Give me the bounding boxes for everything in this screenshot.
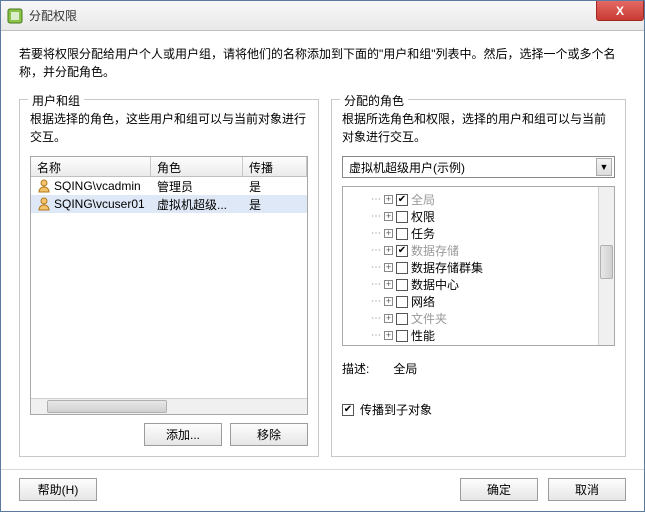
checkbox[interactable]: [396, 211, 408, 223]
remove-button[interactable]: 移除: [230, 423, 308, 446]
table-body[interactable]: SQING\vcadmin 管理员 是 SQING\vcuser01: [31, 177, 307, 398]
footer: 帮助(H) 确定 取消: [1, 469, 644, 511]
tree-label: 网络: [411, 293, 435, 310]
propagate-label: 传播到子对象: [360, 401, 432, 418]
cell-propagate: 是: [243, 177, 307, 196]
tree-label: 数据中心: [411, 276, 459, 293]
col-role[interactable]: 角色: [151, 157, 243, 176]
tree-connector: ⋯: [371, 313, 381, 324]
app-icon: [7, 8, 23, 24]
user-icon: [37, 197, 51, 211]
assigned-role-legend: 分配的角色: [340, 92, 408, 109]
expand-icon[interactable]: +: [384, 314, 393, 323]
panels: 用户和组 根据选择的角色，这些用户和组可以与当前对象进行交互。 名称 角色 传播: [19, 99, 626, 457]
intro-text: 若要将权限分配给用户个人或用户组，请将他们的名称添加到下面的"用户和组"列表中。…: [19, 45, 626, 81]
tree-connector: ⋯: [371, 279, 381, 290]
tree-body[interactable]: ⋯ + ✔ 全局 ⋯ + 权限 ⋯ +: [343, 187, 598, 345]
checkbox[interactable]: [396, 313, 408, 325]
scroll-thumb[interactable]: [47, 400, 167, 413]
tree-item[interactable]: ⋯ + 数据中心: [345, 276, 596, 293]
tree-connector: ⋯: [371, 245, 381, 256]
description-label: 描述:: [342, 360, 369, 377]
role-select-value: 虚拟机超级用户(示例): [349, 159, 465, 176]
tree-item[interactable]: ⋯ + 网络: [345, 293, 596, 310]
cancel-button[interactable]: 取消: [548, 478, 626, 501]
table-header: 名称 角色 传播: [31, 157, 307, 177]
cell-role: 管理员: [151, 177, 243, 196]
dialog-window: 分配权限 X 若要将权限分配给用户个人或用户组，请将他们的名称添加到下面的"用户…: [0, 0, 645, 512]
propagate-row: ✔ 传播到子对象: [342, 401, 615, 418]
tree-label: 任务: [411, 225, 435, 242]
user-icon: [37, 179, 51, 193]
expand-icon[interactable]: +: [384, 280, 393, 289]
expand-icon[interactable]: +: [384, 212, 393, 221]
close-button[interactable]: X: [596, 1, 644, 21]
tree-item[interactable]: ⋯ + ✔ 数据存储: [345, 242, 596, 259]
checkbox[interactable]: [396, 296, 408, 308]
tree-connector: ⋯: [371, 228, 381, 239]
cell-name: SQING\vcuser01: [54, 197, 145, 211]
tree-connector: ⋯: [371, 211, 381, 222]
help-button[interactable]: 帮助(H): [19, 478, 97, 501]
tree-connector: ⋯: [371, 262, 381, 273]
tree-label: 文件夹: [411, 310, 447, 327]
scroll-thumb[interactable]: [600, 245, 613, 279]
assigned-role-panel: 分配的角色 根据所选角色和权限，选择的用户和组可以与当前对象进行交互。 虚拟机超…: [331, 99, 626, 457]
expand-icon[interactable]: +: [384, 229, 393, 238]
footer-right: 确定 取消: [460, 478, 626, 501]
checkbox[interactable]: ✔: [396, 194, 408, 206]
tree-item[interactable]: ⋯ + 权限: [345, 208, 596, 225]
tree-label: 数据存储群集: [411, 259, 483, 276]
tree-label: 数据存储: [411, 242, 459, 259]
expand-icon[interactable]: +: [384, 263, 393, 272]
window-title: 分配权限: [29, 7, 77, 24]
tree-item[interactable]: ⋯ + ✔ 全局: [345, 191, 596, 208]
titlebar: 分配权限 X: [1, 1, 644, 31]
assigned-role-desc: 根据所选角色和权限，选择的用户和组可以与当前对象进行交互。: [342, 110, 615, 146]
checkbox[interactable]: [396, 262, 408, 274]
expand-icon[interactable]: +: [384, 297, 393, 306]
horizontal-scrollbar[interactable]: [31, 398, 307, 414]
role-select[interactable]: 虚拟机超级用户(示例) ▼: [342, 156, 615, 178]
tree-label: 全局: [411, 191, 435, 208]
close-icon: X: [616, 4, 624, 18]
tree-label: 性能: [411, 327, 435, 344]
tree-connector: ⋯: [371, 194, 381, 205]
table-row[interactable]: SQING\vcadmin 管理员 是: [31, 177, 307, 195]
cell-propagate: 是: [243, 195, 307, 214]
col-propagate[interactable]: 传播: [243, 157, 307, 176]
col-name[interactable]: 名称: [31, 157, 151, 176]
description-value: 全局: [393, 360, 417, 377]
checkbox[interactable]: [396, 330, 408, 342]
cell-role: 虚拟机超级...: [151, 195, 243, 214]
tree-connector: ⋯: [371, 330, 381, 341]
table-row[interactable]: SQING\vcuser01 虚拟机超级... 是: [31, 195, 307, 213]
ok-button[interactable]: 确定: [460, 478, 538, 501]
users-groups-legend: 用户和组: [28, 92, 84, 109]
checkbox[interactable]: ✔: [396, 245, 408, 257]
description-row: 描述: 全局: [342, 360, 615, 377]
checkbox[interactable]: [396, 279, 408, 291]
users-groups-panel: 用户和组 根据选择的角色，这些用户和组可以与当前对象进行交互。 名称 角色 传播: [19, 99, 319, 457]
vertical-scrollbar[interactable]: [598, 187, 614, 345]
propagate-checkbox[interactable]: ✔: [342, 404, 354, 416]
tree-item[interactable]: ⋯ + 任务: [345, 225, 596, 242]
content-area: 若要将权限分配给用户个人或用户组，请将他们的名称添加到下面的"用户和组"列表中。…: [1, 31, 644, 469]
tree-item[interactable]: ⋯ + 性能: [345, 327, 596, 344]
expand-icon[interactable]: +: [384, 246, 393, 255]
tree-label: 权限: [411, 208, 435, 225]
tree-connector: ⋯: [371, 296, 381, 307]
tree-item[interactable]: ⋯ + 文件夹: [345, 310, 596, 327]
expand-icon[interactable]: +: [384, 331, 393, 340]
tree-item[interactable]: ⋯ + 数据存储群集: [345, 259, 596, 276]
users-table: 名称 角色 传播 SQING\vcadmin 管理员: [30, 156, 308, 415]
expand-icon[interactable]: +: [384, 195, 393, 204]
privileges-tree: ⋯ + ✔ 全局 ⋯ + 权限 ⋯ +: [342, 186, 615, 346]
left-buttons: 添加... 移除: [30, 423, 308, 446]
add-button[interactable]: 添加...: [144, 423, 222, 446]
users-groups-desc: 根据选择的角色，这些用户和组可以与当前对象进行交互。: [30, 110, 308, 146]
cell-name: SQING\vcadmin: [54, 179, 141, 193]
chevron-down-icon: ▼: [596, 158, 612, 176]
checkbox[interactable]: [396, 228, 408, 240]
